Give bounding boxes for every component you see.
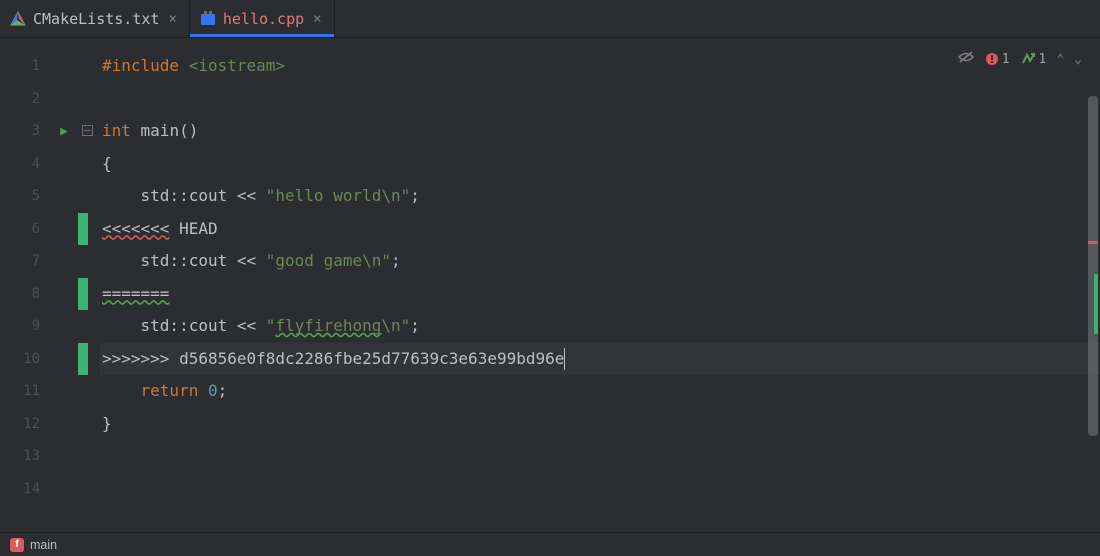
code-line[interactable]: #include <iostream>: [100, 50, 1100, 83]
cpp-file-icon: [200, 11, 216, 27]
line-number: 3: [0, 115, 48, 148]
cmake-icon: [10, 11, 26, 27]
chevron-down-icon[interactable]: ⌄: [1074, 52, 1082, 67]
tab-label: CMakeLists.txt: [33, 10, 159, 28]
vcs-change-marker[interactable]: [78, 343, 88, 375]
line-number: 9: [0, 310, 48, 343]
git-branch-icon[interactable]: f: [10, 538, 24, 552]
run-icon[interactable]: ▶: [60, 124, 68, 139]
editor[interactable]: 1 2 3 4 5 6 7 8 9 10 11 12 13 14 ▶: [0, 38, 1100, 532]
code-line[interactable]: std::cout << "hello world\n";: [100, 180, 1100, 213]
line-number-gutter: 1 2 3 4 5 6 7 8 9 10 11 12 13 14: [0, 38, 48, 532]
scrollbar-thumb[interactable]: [1088, 96, 1098, 436]
line-number: 7: [0, 245, 48, 278]
fold-toggle-icon[interactable]: [82, 125, 93, 136]
code-line[interactable]: {: [100, 148, 1100, 181]
line-number: 12: [0, 408, 48, 441]
line-number: 8: [0, 278, 48, 311]
scroll-error-marker[interactable]: [1088, 241, 1098, 244]
tab-hello-cpp[interactable]: hello.cpp ×: [190, 0, 335, 37]
gutter-icons: ▶: [48, 38, 80, 532]
line-number: 14: [0, 473, 48, 506]
code-line[interactable]: [100, 440, 1100, 473]
warning-count: 1: [1039, 52, 1047, 67]
code-line[interactable]: =======: [100, 278, 1100, 311]
status-bar: f main: [0, 532, 1100, 556]
code-line[interactable]: return 0;: [100, 375, 1100, 408]
line-number: 4: [0, 148, 48, 181]
line-number: 13: [0, 440, 48, 473]
line-number: 1: [0, 50, 48, 83]
close-icon[interactable]: ×: [311, 11, 323, 27]
line-number: 6: [0, 213, 48, 246]
warning-indicator[interactable]: 1: [1020, 52, 1047, 67]
scroll-change-marker[interactable]: [1094, 274, 1098, 334]
code-line[interactable]: std::cout << "good game\n";: [100, 245, 1100, 278]
chevron-up-icon[interactable]: ⌃: [1056, 52, 1064, 67]
code-line[interactable]: <<<<<<< HEAD: [100, 213, 1100, 246]
line-number: 2: [0, 83, 48, 116]
code-line[interactable]: std::cout << "flyfirehong\n";: [100, 310, 1100, 343]
line-number: 5: [0, 180, 48, 213]
code-line[interactable]: [100, 83, 1100, 116]
line-number: 10: [0, 343, 48, 376]
tab-bar: CMakeLists.txt × hello.cpp ×: [0, 0, 1100, 38]
inspections-widget[interactable]: 1 1 ⌃ ⌄: [957, 50, 1082, 68]
error-count: 1: [1002, 52, 1010, 67]
tab-cmakelists[interactable]: CMakeLists.txt ×: [0, 0, 190, 37]
tab-label: hello.cpp: [223, 10, 304, 28]
git-branch-name[interactable]: main: [30, 538, 57, 552]
error-indicator[interactable]: 1: [985, 52, 1010, 67]
vcs-change-marker[interactable]: [78, 278, 88, 310]
line-number: 11: [0, 375, 48, 408]
text-caret: [564, 348, 565, 370]
code-line[interactable]: >>>>>>> d56856e0f8dc2286fbe25d77639c3e63…: [100, 343, 1100, 376]
reader-mode-icon[interactable]: [957, 50, 975, 68]
vcs-change-marker[interactable]: [78, 213, 88, 245]
code-line[interactable]: int main(): [100, 115, 1100, 148]
close-icon[interactable]: ×: [166, 11, 178, 27]
code-area[interactable]: #include <iostream> int main() { std::co…: [100, 38, 1100, 532]
code-line[interactable]: [100, 473, 1100, 506]
scrollbar[interactable]: [1088, 96, 1098, 502]
code-line[interactable]: }: [100, 408, 1100, 441]
